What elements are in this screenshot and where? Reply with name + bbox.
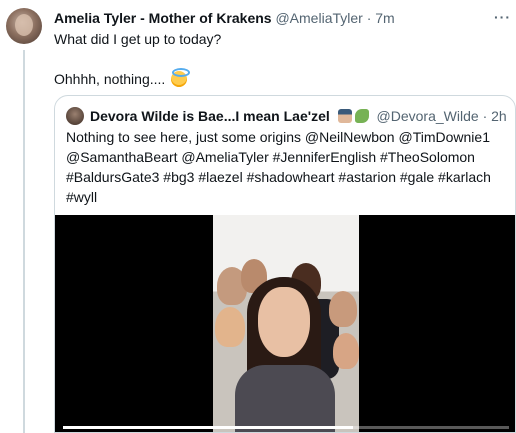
quoted-author-avatar: [66, 107, 84, 125]
author-handle[interactable]: @AmeliaTyler: [275, 10, 362, 26]
smiling-face-with-halo-icon: [171, 68, 191, 87]
video-person: [215, 307, 245, 347]
quoted-author-handle: @Devora_Wilde: [376, 108, 479, 124]
author-avatar[interactable]: [6, 8, 42, 44]
tweet-text: What did I get up to today?: [54, 31, 222, 47]
video-progress-bar[interactable]: [63, 426, 509, 429]
video-person: [333, 333, 359, 369]
quoted-tweet-card[interactable]: Devora Wilde is Bae...I mean Lae'zel @De…: [54, 95, 516, 433]
quoted-tweet-header: Devora Wilde is Bae...I mean Lae'zel @De…: [90, 107, 507, 124]
tweet-text-line2-content: Ohhhh, nothing....: [54, 71, 166, 87]
dragon-icon: [354, 109, 369, 123]
video-person: [329, 291, 357, 327]
separator-dot: ·: [366, 10, 372, 26]
video-progress-fill: [63, 426, 353, 429]
quoted-separator-dot: ·: [482, 108, 488, 124]
author-name[interactable]: Amelia Tyler - Mother of Krakens: [54, 10, 272, 26]
video-main-person-shirt: [235, 365, 335, 432]
video-player[interactable]: [55, 215, 515, 432]
video-main-person-face: [258, 287, 310, 357]
thread-connector-line: [23, 50, 25, 433]
more-options-icon[interactable]: ···: [494, 9, 510, 25]
tweet-text-line2: Ohhhh, nothing....: [54, 68, 191, 89]
tweet-time[interactable]: 7m: [375, 10, 394, 26]
video-thumbnail: [213, 215, 359, 432]
quoted-author-name: Devora Wilde is Bae...I mean Lae'zel: [90, 108, 330, 124]
quoted-tweet-time: 2h: [491, 108, 507, 124]
quoted-tweet-text: Nothing to see here, just some origins @…: [66, 129, 491, 205]
tweet-header: Amelia Tyler - Mother of Krakens @Amelia…: [54, 10, 395, 26]
woman-astronaut-icon: [337, 109, 352, 123]
